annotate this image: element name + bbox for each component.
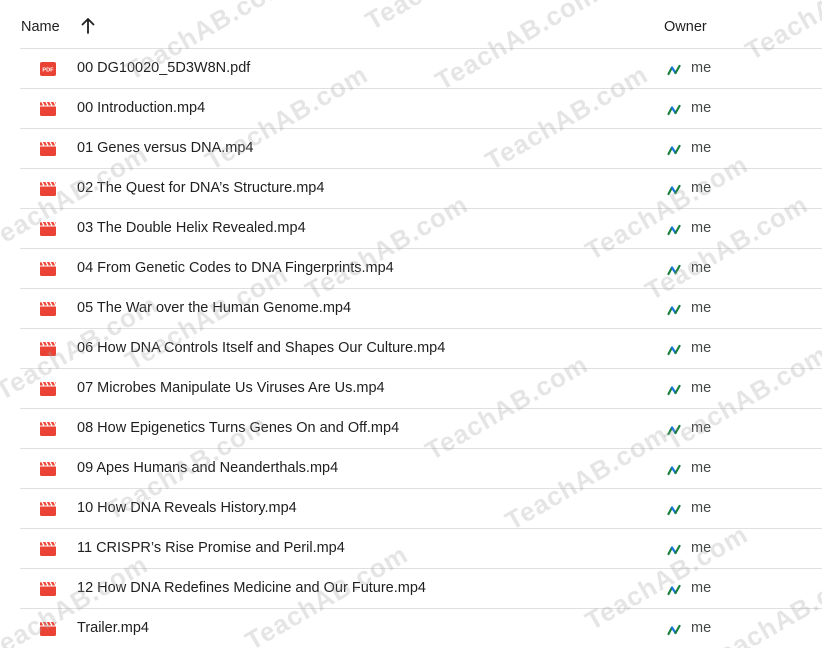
owner-name: me (691, 60, 712, 76)
shared-drive-owner-icon (667, 423, 681, 436)
video-file-icon (40, 621, 57, 637)
file-row[interactable]: 11 CRISPR’s Rise Promise and Peril.mp4 m… (20, 529, 822, 569)
file-name: 07 Microbes Manipulate Us Viruses Are Us… (77, 380, 385, 396)
video-file-icon (40, 421, 57, 437)
file-name: 00 DG10020_5D3W8N.pdf (77, 60, 251, 76)
video-file-icon (40, 301, 57, 317)
shared-drive-owner-icon (667, 343, 681, 356)
shared-drive-owner-icon (667, 303, 681, 316)
owner-name: me (691, 220, 712, 236)
video-file-icon (40, 581, 57, 597)
file-name: 12 How DNA Redefines Medicine and Our Fu… (77, 580, 426, 596)
video-file-icon (40, 261, 57, 277)
video-file-icon (40, 461, 57, 477)
owner-name: me (691, 580, 712, 596)
file-row[interactable]: Trailer.mp4 me (20, 609, 822, 648)
owner-name: me (691, 300, 712, 316)
video-file-icon (40, 221, 57, 237)
file-row[interactable]: PDF 00 DG10020_5D3W8N.pdf me (20, 49, 822, 89)
shared-drive-owner-icon (667, 143, 681, 156)
shared-drive-owner-icon (667, 383, 681, 396)
pdf-file-icon: PDF (40, 61, 56, 77)
owner-name: me (691, 180, 712, 196)
file-row[interactable]: 09 Apes Humans and Neanderthals.mp4 me (20, 449, 822, 489)
owner-column-header[interactable]: Owner (664, 19, 707, 35)
file-row[interactable]: 00 Introduction.mp4 me (20, 89, 822, 129)
file-name: 00 Introduction.mp4 (77, 100, 206, 116)
file-name: 05 The War over the Human Genome.mp4 (77, 300, 352, 316)
arrow-up-icon[interactable] (80, 17, 96, 35)
owner-name: me (691, 140, 712, 156)
shared-drive-owner-icon (667, 623, 681, 636)
file-list-page: Name Owner PDF 00 DG10020_5D3W8N.pdf me … (0, 0, 822, 648)
file-row[interactable]: 01 Genes versus DNA.mp4 me (20, 129, 822, 169)
file-name: 11 CRISPR’s Rise Promise and Peril.mp4 (77, 540, 345, 556)
owner-name: me (691, 340, 712, 356)
shared-drive-owner-icon (667, 263, 681, 276)
file-name: 03 The Double Helix Revealed.mp4 (77, 220, 306, 236)
owner-name: me (691, 100, 712, 116)
file-rows: PDF 00 DG10020_5D3W8N.pdf me 00 Introduc… (0, 49, 822, 648)
owner-name: me (691, 420, 712, 436)
shared-drive-owner-icon (667, 183, 681, 196)
owner-name: me (691, 540, 712, 556)
file-name: 09 Apes Humans and Neanderthals.mp4 (77, 460, 339, 476)
shared-drive-owner-icon (667, 63, 681, 76)
file-name: 08 How Epigenetics Turns Genes On and Of… (77, 420, 400, 436)
file-name: 06 How DNA Controls Itself and Shapes Ou… (77, 340, 446, 356)
video-file-icon (40, 381, 57, 397)
shared-drive-owner-icon (667, 583, 681, 596)
name-column-header[interactable]: Name (21, 19, 60, 35)
shared-drive-owner-icon (667, 463, 681, 476)
file-row[interactable]: 07 Microbes Manipulate Us Viruses Are Us… (20, 369, 822, 409)
shared-drive-owner-icon (667, 103, 681, 116)
video-file-icon (40, 181, 57, 197)
file-row[interactable]: 04 From Genetic Codes to DNA Fingerprint… (20, 249, 822, 289)
video-file-icon (40, 541, 57, 557)
svg-text:PDF: PDF (42, 68, 54, 74)
file-row[interactable]: 10 How DNA Reveals History.mp4 me (20, 489, 822, 529)
video-file-icon (40, 341, 57, 357)
owner-name: me (691, 380, 712, 396)
file-row[interactable]: 03 The Double Helix Revealed.mp4 me (20, 209, 822, 249)
file-list-header: Name Owner (20, 0, 822, 49)
file-row[interactable]: 12 How DNA Redefines Medicine and Our Fu… (20, 569, 822, 609)
video-file-icon (40, 501, 57, 517)
file-name: Trailer.mp4 (77, 620, 149, 636)
video-file-icon (40, 141, 57, 157)
file-row[interactable]: 02 The Quest for DNA’s Structure.mp4 me (20, 169, 822, 209)
shared-drive-owner-icon (667, 543, 681, 556)
owner-name: me (691, 260, 712, 276)
owner-name: me (691, 500, 712, 516)
video-file-icon (40, 101, 57, 117)
file-name: 02 The Quest for DNA’s Structure.mp4 (77, 180, 325, 196)
shared-drive-owner-icon (667, 503, 681, 516)
owner-name: me (691, 620, 712, 636)
file-row[interactable]: 08 How Epigenetics Turns Genes On and Of… (20, 409, 822, 449)
file-row[interactable]: 06 How DNA Controls Itself and Shapes Ou… (20, 329, 822, 369)
file-name: 01 Genes versus DNA.mp4 (77, 140, 254, 156)
file-row[interactable]: 05 The War over the Human Genome.mp4 me (20, 289, 822, 329)
owner-name: me (691, 460, 712, 476)
file-name: 10 How DNA Reveals History.mp4 (77, 500, 297, 516)
file-name: 04 From Genetic Codes to DNA Fingerprint… (77, 260, 394, 276)
shared-drive-owner-icon (667, 223, 681, 236)
